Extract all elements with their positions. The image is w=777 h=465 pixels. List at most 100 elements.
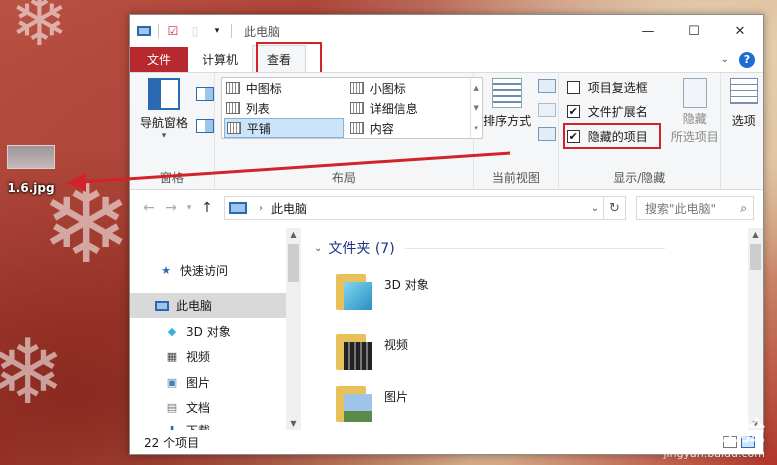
close-button[interactable]: ✕: [717, 15, 763, 47]
maximize-button[interactable]: ☐: [671, 15, 717, 47]
help-button[interactable]: ?: [739, 51, 755, 68]
folders-group-header[interactable]: ⌄ 文件夹 (7): [314, 238, 665, 258]
layout-item-label: 中图标: [245, 81, 282, 96]
layout-item-label: 内容: [369, 121, 394, 136]
nav-quick-access[interactable]: ★ 快速访问: [130, 258, 286, 283]
checkbox-checked[interactable]: ✔: [566, 104, 580, 118]
layout-tiles[interactable]: 平铺: [223, 118, 344, 138]
tiles-icon: [226, 122, 241, 134]
options-icon: [729, 78, 758, 104]
checkbox-unchecked[interactable]: [566, 80, 580, 94]
ribbon-group-current-view: 排序方式 当前视图: [474, 73, 559, 189]
content-area: ★快速访问 此电脑 ◆3D 对象 ▦视频 ▣图片 ▤文档 ⬇下载 ▲ ▼ ⌄ 文…: [130, 228, 763, 438]
list-icon: [225, 102, 240, 114]
nav-3d-objects[interactable]: ◆ 3D 对象: [130, 319, 286, 344]
properties-icon[interactable]: ☑: [165, 23, 181, 39]
scroll-thumb[interactable]: [288, 244, 299, 282]
navigation-pane-icon: [148, 78, 180, 110]
add-columns-icon[interactable]: [538, 103, 557, 117]
watermark: Baidu 经验 jingyan.baidu.com: [621, 419, 765, 459]
nav-label: 图片: [186, 376, 211, 390]
chevron-up-icon[interactable]: ▲: [286, 230, 301, 239]
item-count: 22 个项目: [144, 435, 200, 450]
chevron-down-icon[interactable]: ▼: [286, 419, 301, 428]
navigation-pane: ★快速访问 此电脑 ◆3D 对象 ▦视频 ▣图片 ▤文档 ⬇下载 ▲ ▼: [130, 228, 302, 438]
group-by-icon[interactable]: [538, 79, 557, 93]
folder-3d-objects[interactable]: 3D 对象: [336, 268, 429, 312]
sort-icon: [492, 78, 523, 108]
chevron-down-icon[interactable]: ⌄: [314, 243, 322, 254]
watermark-brand: Baidu 经验: [620, 417, 765, 447]
folder-pictures[interactable]: 图片: [336, 380, 408, 424]
tab-computer[interactable]: 计算机: [188, 47, 252, 72]
refresh-icon[interactable]: ↻: [604, 196, 626, 220]
chevron-right-icon[interactable]: ›: [259, 203, 263, 214]
divider: [158, 24, 159, 38]
small-icons-icon: [349, 82, 364, 94]
chevron-down-icon[interactable]: ⌄: [721, 54, 729, 65]
preview-pane-icon[interactable]: [196, 87, 214, 101]
nav-pictures[interactable]: ▣ 图片: [130, 370, 286, 395]
tab-view[interactable]: 查看: [252, 45, 307, 72]
options-button[interactable]: 选项: [725, 78, 763, 129]
picture-icon: ▣: [166, 376, 178, 389]
options-label: 选项: [731, 114, 756, 128]
chevron-down-icon[interactable]: ⌄: [587, 203, 603, 214]
layout-details[interactable]: 详细信息: [348, 98, 468, 118]
scroll-thumb[interactable]: [750, 244, 761, 270]
group-header-label: 文件夹 (7): [328, 241, 395, 257]
ribbon-group-pane: 导航窗格 ▾ 窗格: [130, 73, 215, 189]
file-extensions-option[interactable]: ✔ 文件扩展名: [566, 101, 648, 121]
address-bar[interactable]: › 此电脑 ⌄: [224, 196, 604, 220]
recent-locations-icon[interactable]: ▾: [182, 203, 196, 213]
computer-icon: [229, 202, 247, 214]
snowflake-decoration: ❄: [0, 320, 66, 425]
sort-by-button[interactable]: 排序方式: [480, 78, 534, 129]
forward-arrow-icon[interactable]: →: [160, 200, 182, 216]
layout-small-icons[interactable]: 小图标: [348, 78, 468, 98]
ribbon-group-layout: 中图标 小图标 列表 详细信息 平铺 内容 ▲ ▼ ▾ 布局: [215, 73, 483, 189]
customize-toolbar-icon[interactable]: ▾: [209, 23, 225, 39]
tab-file[interactable]: 文件: [130, 47, 188, 72]
layout-medium-icons[interactable]: 中图标: [224, 78, 344, 98]
nav-label: 文档: [186, 401, 211, 415]
minimize-button[interactable]: —: [625, 15, 671, 47]
desktop-file[interactable]: 1.6.jpg: [6, 145, 56, 195]
folder-videos[interactable]: 视频: [336, 328, 408, 372]
chevron-up-icon[interactable]: ▲: [748, 230, 763, 239]
group-label: 窗格: [159, 171, 184, 185]
up-arrow-icon[interactable]: ↑: [196, 200, 218, 216]
ribbon-group-options: 选项: [721, 73, 763, 189]
layout-item-label: 列表: [245, 101, 270, 116]
item-checkboxes-option[interactable]: 项目复选框: [566, 77, 648, 97]
layout-content[interactable]: 内容: [348, 118, 468, 138]
option-label: 文件扩展名: [587, 104, 648, 119]
hide-label: 隐藏: [682, 112, 707, 126]
ribbon-group-show-hide: 项目复选框 ✔ 文件扩展名 ✔ 隐藏的项目 隐藏 所选项目 显示/隐藏: [559, 73, 721, 189]
folder-picture-icon: [336, 380, 372, 424]
back-arrow-icon[interactable]: ←: [138, 200, 160, 216]
search-input[interactable]: 搜索"此电脑" ⌕: [636, 196, 754, 220]
nav-videos[interactable]: ▦ 视频: [130, 344, 286, 369]
layout-gallery: 中图标 小图标 列表 详细信息 平铺 内容 ▲ ▼ ▾: [220, 77, 483, 139]
divider: [231, 24, 232, 38]
nav-label: 3D 对象: [186, 325, 231, 339]
cube-icon: ◆: [167, 325, 177, 338]
new-folder-icon[interactable]: ▯: [187, 23, 203, 39]
main-scrollbar[interactable]: ▲ ▼: [748, 228, 763, 430]
folder-3d-icon: [336, 268, 372, 312]
nav-this-pc[interactable]: 此电脑: [130, 293, 286, 318]
hide-selected-button[interactable]: 隐藏 所选项目: [663, 78, 727, 146]
image-thumbnail: [7, 145, 55, 169]
ribbon: 导航窗格 ▾ 窗格 中图标 小图标 列表 详细信息 平铺 内容 ▲ ▼ ▾ 布局 排…: [130, 72, 763, 190]
layout-item-label: 平铺: [246, 121, 271, 136]
size-columns-icon[interactable]: [538, 127, 557, 141]
navigation-pane-button[interactable]: 导航窗格 ▾: [136, 78, 192, 141]
nav-documents[interactable]: ▤ 文档: [130, 395, 286, 420]
watermark-url: jingyan.baidu.com: [663, 447, 765, 460]
details-pane-icon[interactable]: [196, 119, 214, 133]
layout-list[interactable]: 列表: [224, 98, 344, 118]
nav-label: 视频: [186, 350, 211, 364]
nav-scrollbar[interactable]: ▲ ▼: [286, 228, 301, 430]
content-icon: [349, 122, 364, 134]
